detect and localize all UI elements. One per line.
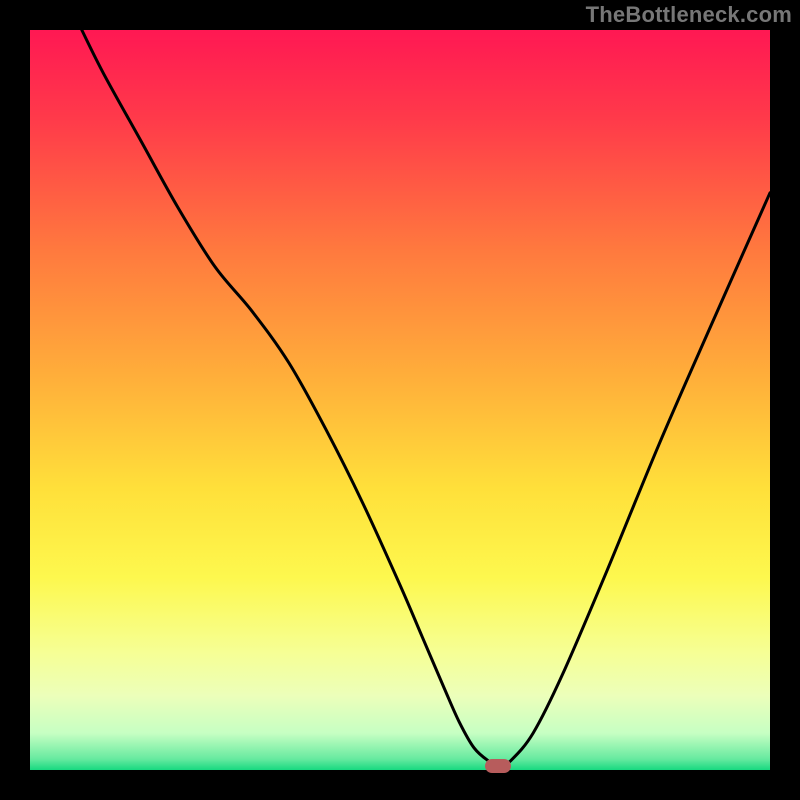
chart-svg <box>0 0 800 800</box>
chart-stage: TheBottleneck.com <box>0 0 800 800</box>
